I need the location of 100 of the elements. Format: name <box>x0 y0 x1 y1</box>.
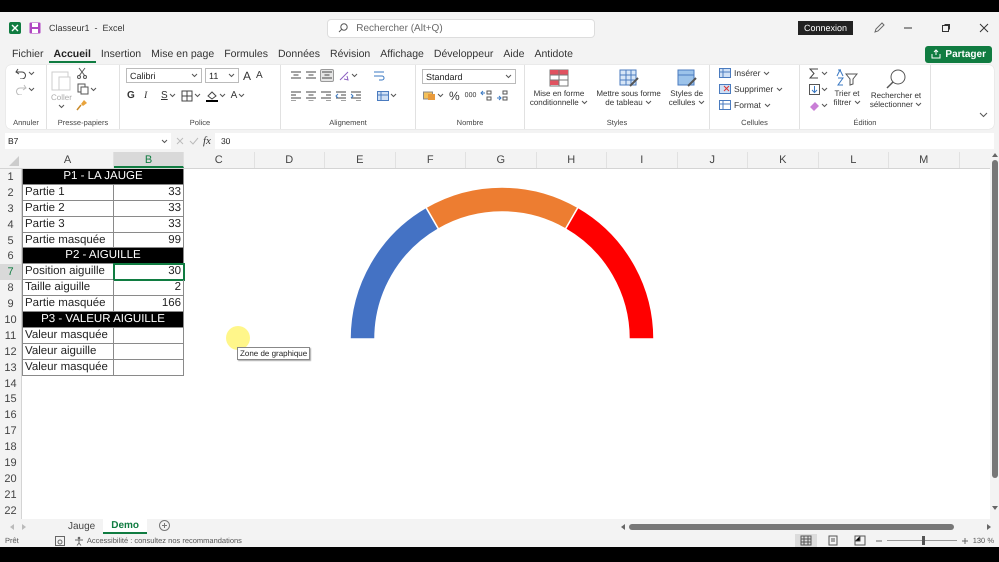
ribbon-tab[interactable]: Accueil <box>48 45 96 63</box>
row-header[interactable]: 9 <box>0 296 22 312</box>
close-icon[interactable] <box>979 23 989 33</box>
gauge-chart[interactable] <box>349 186 655 340</box>
zoom-in-icon[interactable] <box>962 538 968 544</box>
cell-styles-button[interactable]: Styles de cellules <box>667 67 706 118</box>
decrease-indent-icon[interactable] <box>335 90 347 101</box>
grow-font-button[interactable]: A <box>242 68 252 84</box>
borders-button[interactable] <box>180 88 202 102</box>
sort-filter-button[interactable]: Trier et filtrer <box>832 67 862 118</box>
add-sheet-icon[interactable] <box>159 520 170 530</box>
format-button[interactable]: Format <box>719 99 784 111</box>
insert-button[interactable]: Insérer <box>719 67 784 79</box>
row-header[interactable]: 6 <box>0 248 22 264</box>
cut-icon[interactable] <box>76 67 88 79</box>
column-header[interactable]: E <box>325 152 396 168</box>
ribbon-tab[interactable]: Insertion <box>96 45 146 63</box>
autosum-button[interactable] <box>808 67 829 80</box>
row-header[interactable]: 20 <box>0 470 22 487</box>
decrease-decimals-icon[interactable] <box>496 90 510 101</box>
align-top-icon[interactable] <box>290 70 302 81</box>
collapse-ribbon-icon[interactable] <box>979 112 988 118</box>
row-header[interactable]: 16 <box>0 407 22 424</box>
row-header[interactable]: 12 <box>0 344 22 360</box>
save-icon[interactable] <box>29 22 41 34</box>
column-header[interactable]: K <box>748 152 818 168</box>
zoom-out-icon[interactable] <box>876 538 882 544</box>
delete-button[interactable]: Supprimer <box>719 83 784 95</box>
ribbon-tab[interactable]: Fichier <box>7 45 49 63</box>
column-header[interactable]: D <box>254 152 325 168</box>
zoom-slider-thumb[interactable] <box>922 536 925 545</box>
redo-button[interactable] <box>14 83 36 96</box>
fill-color-button[interactable] <box>204 88 227 102</box>
column-header[interactable]: B <box>114 152 184 168</box>
row-header[interactable]: 15 <box>0 391 22 408</box>
name-box[interactable]: B7 <box>5 133 171 149</box>
copy-button[interactable] <box>76 82 98 96</box>
row-header[interactable]: 11 <box>0 328 22 344</box>
row-header[interactable]: 19 <box>0 455 22 471</box>
sheet-tab[interactable]: Demo <box>103 519 148 534</box>
ribbon-tab[interactable]: Formules <box>219 45 273 63</box>
brush-icon[interactable] <box>76 99 88 111</box>
orientation-button[interactable] <box>337 68 359 82</box>
row-header[interactable]: 4 <box>0 216 22 233</box>
row-header[interactable]: 5 <box>0 232 22 248</box>
restore-icon[interactable] <box>941 23 951 33</box>
ribbon-tab[interactable]: Aide <box>498 45 530 63</box>
ribbon-tab[interactable]: Antidote <box>529 45 578 63</box>
font-name-select[interactable]: Calibri <box>126 68 202 83</box>
row-header[interactable]: 21 <box>0 486 22 503</box>
percent-button[interactable]: % <box>448 88 461 104</box>
sign-in-button[interactable]: Connexion <box>798 21 853 35</box>
ribbon-tab[interactable]: Données <box>272 45 325 63</box>
row-header[interactable]: 10 <box>0 312 22 328</box>
search-field[interactable]: Rechercher (Alt+Q) <box>354 22 558 34</box>
row-header[interactable]: 3 <box>0 200 22 217</box>
row-header[interactable]: 18 <box>0 439 22 456</box>
merge-button[interactable] <box>376 88 398 102</box>
find-select-button[interactable]: Rechercher et sélectionner <box>865 67 927 118</box>
align-bottom-icon[interactable] <box>321 70 333 81</box>
italic-button[interactable]: I <box>143 89 157 102</box>
underline-button[interactable]: S <box>160 89 177 102</box>
ribbon-tab[interactable]: Révision <box>325 45 376 63</box>
fill-button[interactable] <box>808 83 829 96</box>
row-header[interactable]: 2 <box>0 184 22 201</box>
row-header[interactable]: 22 <box>0 502 22 519</box>
share-button[interactable]: Partager <box>925 46 992 62</box>
formula-input[interactable]: 30 <box>214 133 994 149</box>
column-header[interactable]: L <box>818 152 889 168</box>
shrink-font-button[interactable]: A <box>255 69 264 82</box>
sheet-tab[interactable]: Jauge <box>60 519 104 534</box>
insert-function-button[interactable]: fx <box>203 135 211 147</box>
clear-button[interactable] <box>808 99 829 112</box>
row-header[interactable]: 1 <box>0 169 22 185</box>
increase-indent-icon[interactable] <box>350 90 362 101</box>
row-header[interactable]: 17 <box>0 423 22 440</box>
view-button[interactable] <box>794 534 817 547</box>
increase-decimals-icon[interactable] <box>480 90 494 101</box>
format-as-table-button[interactable]: Mettre sous forme de tableau <box>592 67 664 118</box>
horizontal-scrollbar[interactable] <box>621 524 991 530</box>
align-left-icon[interactable] <box>290 90 302 101</box>
vertical-scrollbar[interactable] <box>990 152 999 519</box>
ribbon-tab[interactable]: Développeur <box>428 45 498 63</box>
conditional-formatting-button[interactable]: Mise en forme conditionnelle <box>528 67 590 118</box>
align-middle-icon[interactable] <box>305 70 317 81</box>
number-format-select[interactable]: Standard <box>422 69 516 84</box>
row-header[interactable]: 14 <box>0 376 22 392</box>
column-header[interactable]: G <box>466 152 536 168</box>
bold-button[interactable]: G <box>126 89 140 102</box>
macro-recorder-icon[interactable] <box>54 536 65 546</box>
pen-icon[interactable] <box>873 22 885 34</box>
column-header[interactable]: J <box>678 152 748 168</box>
column-header[interactable]: F <box>396 152 466 168</box>
align-right-icon[interactable] <box>320 90 332 101</box>
font-size-select[interactable]: 11 <box>205 68 239 83</box>
row-header[interactable]: 7 <box>0 264 22 280</box>
column-header[interactable]: M <box>889 152 960 168</box>
undo-button[interactable] <box>14 67 36 80</box>
row-header[interactable]: 13 <box>0 360 22 376</box>
search-box[interactable]: Rechercher (Alt+Q) <box>327 18 596 38</box>
